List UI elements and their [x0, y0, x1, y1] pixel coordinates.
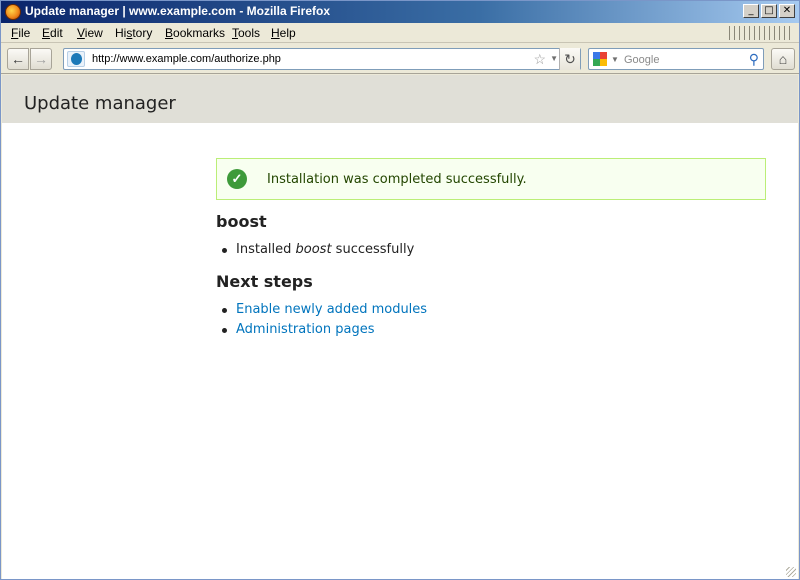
drupal-drop-icon — [71, 53, 82, 65]
window-title: Update manager | www.example.com - Mozil… — [25, 4, 330, 18]
menu-edit[interactable]: Edit — [42, 26, 63, 40]
menu-tools[interactable]: Tools — [232, 26, 260, 40]
maximize-button[interactable]: □ — [761, 4, 777, 18]
menu-file[interactable]: File — [11, 26, 30, 40]
page-content: Update manager ✓ Installation was comple… — [2, 75, 798, 579]
reload-button[interactable]: ↻ — [559, 48, 580, 70]
search-icon[interactable]: ⚲ — [749, 51, 759, 68]
checkmark-icon: ✓ — [227, 169, 247, 189]
navigation-toolbar: ← → http://www.example.com/authorize.php… — [1, 44, 799, 74]
search-bar[interactable]: ▼ Google ⚲ — [588, 48, 764, 70]
title-bar: Update manager | www.example.com - Mozil… — [1, 1, 799, 23]
list-item: Administration pages — [221, 321, 427, 341]
home-button[interactable]: ⌂ — [771, 48, 795, 70]
next-steps-heading: Next steps — [216, 272, 313, 291]
back-button[interactable]: ← — [7, 48, 29, 70]
minimize-button[interactable]: _ — [743, 4, 759, 18]
menu-history[interactable]: History — [115, 26, 152, 40]
menu-bar: File Edit View History Bookmarks Tools H… — [1, 23, 799, 43]
forward-button[interactable]: → — [30, 48, 52, 70]
site-identity-icon[interactable] — [67, 51, 85, 67]
status-message-text: Installation was completed successfully. — [267, 172, 527, 187]
url-bar[interactable]: http://www.example.com/authorize.php ☆ ▼… — [63, 48, 581, 70]
page-header: Update manager — [2, 75, 798, 123]
list-item: Installed boost successfully — [221, 241, 415, 261]
page-title: Update manager — [24, 93, 176, 114]
browser-window: Update manager | www.example.com - Mozil… — [0, 0, 800, 580]
resize-grip[interactable] — [786, 567, 796, 577]
administration-pages-link[interactable]: Administration pages — [236, 322, 375, 337]
status-message: ✓ Installation was completed successfull… — [216, 158, 766, 200]
installed-suffix: successfully — [331, 242, 415, 257]
google-engine-icon[interactable] — [593, 52, 607, 66]
toolbar-grip[interactable] — [729, 26, 791, 40]
menu-view[interactable]: View — [77, 26, 103, 40]
menu-bookmarks[interactable]: Bookmarks — [165, 26, 225, 40]
list-item: Enable newly added modules — [221, 301, 427, 321]
project-heading: boost — [216, 212, 267, 231]
bookmark-star-icon[interactable]: ☆ — [533, 51, 546, 68]
next-steps-list: Enable newly added modules Administratio… — [221, 301, 427, 341]
installed-list: Installed boost successfully — [221, 241, 415, 261]
menu-help[interactable]: Help — [271, 26, 296, 40]
installed-prefix: Installed — [236, 242, 296, 257]
search-input[interactable]: Google — [624, 54, 659, 66]
window-controls: _ □ ✕ — [743, 4, 795, 18]
url-history-dropdown-icon[interactable]: ▼ — [550, 54, 558, 63]
enable-modules-link[interactable]: Enable newly added modules — [236, 302, 427, 317]
url-text[interactable]: http://www.example.com/authorize.php — [92, 53, 281, 65]
installed-project: boost — [295, 242, 332, 257]
search-engine-dropdown-icon[interactable]: ▼ — [611, 55, 619, 64]
firefox-icon — [5, 4, 21, 20]
close-button[interactable]: ✕ — [779, 4, 795, 18]
